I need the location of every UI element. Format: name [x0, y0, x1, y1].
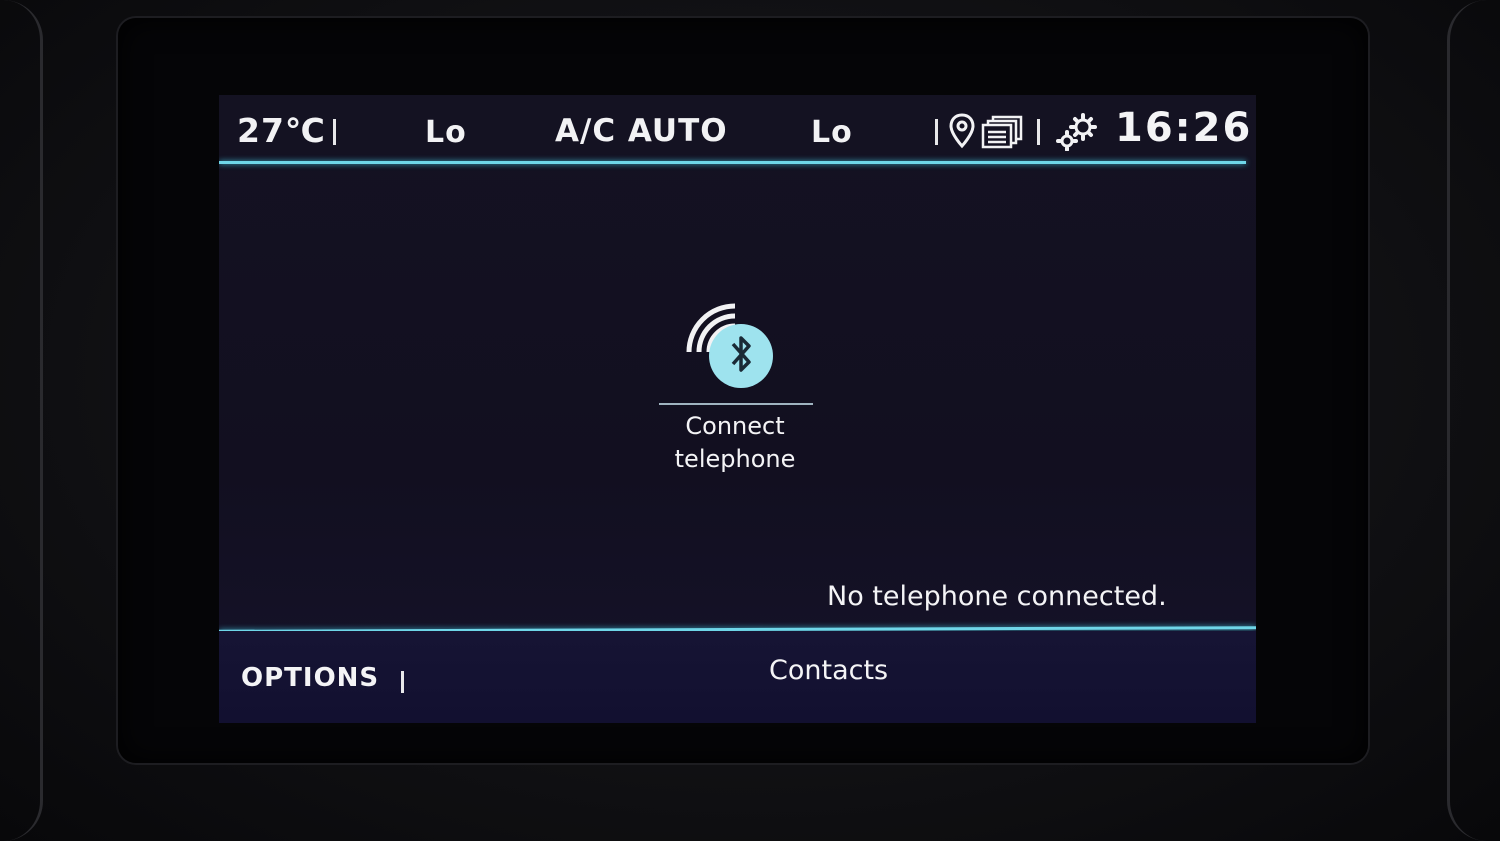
connect-telephone-button[interactable]: Connect telephone	[655, 300, 815, 480]
settings-gears-icon[interactable]	[1055, 113, 1099, 155]
location-pin-icon[interactable]	[949, 113, 975, 153]
phone-status-message: No telephone connected.	[827, 581, 1167, 612]
bluetooth-icon	[683, 300, 779, 396]
connect-telephone-label: Connect telephone	[635, 410, 835, 476]
fan-left-level[interactable]: Lo	[425, 115, 467, 150]
climate-status-bar: 27℃ Lo A/C AUTO Lo 16:26	[219, 95, 1256, 165]
options-button[interactable]: OPTIONS	[241, 663, 379, 693]
clock: 16:26	[1115, 105, 1253, 151]
connect-label-line2: telephone	[674, 445, 796, 473]
fan-right-level[interactable]: Lo	[811, 115, 853, 150]
connect-label-line1: Connect	[685, 412, 785, 440]
left-air-vent	[0, 0, 43, 841]
right-air-vent	[1447, 0, 1500, 841]
bottom-bar: OPTIONS Contacts	[219, 631, 1256, 723]
tile-underline	[659, 403, 813, 405]
media-screens-icon[interactable]	[981, 115, 1025, 153]
infotainment-screen: 27℃ Lo A/C AUTO Lo 16:26 Connect telepho…	[219, 95, 1256, 723]
top-divider	[219, 161, 1246, 164]
status-separator	[333, 119, 336, 145]
cabin-temperature[interactable]: 27℃	[237, 111, 326, 150]
ac-mode[interactable]: A/C AUTO	[555, 113, 728, 149]
contacts-button[interactable]: Contacts	[769, 655, 888, 686]
status-separator	[935, 119, 938, 145]
status-separator	[1037, 119, 1040, 145]
options-separator	[401, 671, 404, 693]
